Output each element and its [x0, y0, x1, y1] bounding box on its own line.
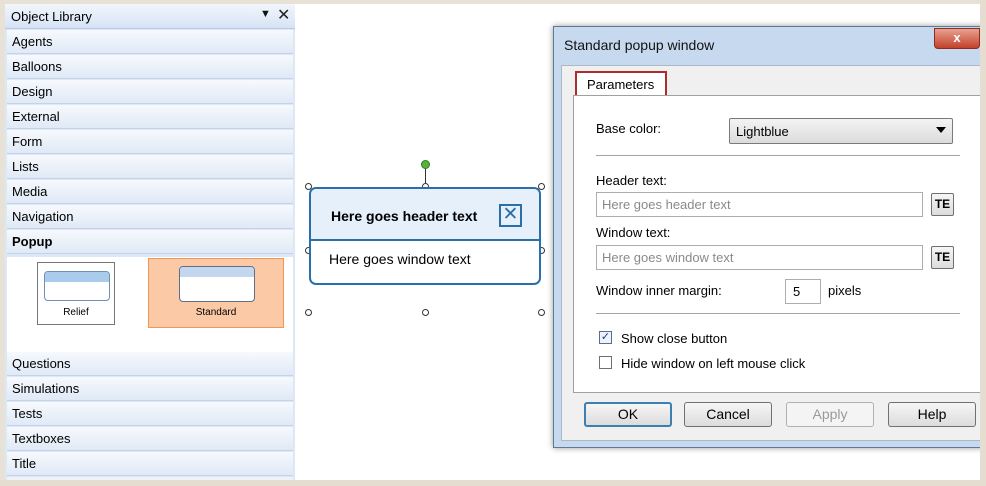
category-simulations[interactable]: Simulations [7, 377, 293, 401]
window-te-button[interactable]: TE [931, 246, 954, 269]
standard-popup-dialog: Standard popup window x Parameters Base … [553, 26, 986, 448]
object-library-panel: Object Library ▼ ✕ Agents Balloons Desig… [5, 4, 295, 486]
category-navigation[interactable]: Navigation [7, 205, 293, 229]
category-balloons[interactable]: Balloons [7, 55, 293, 79]
show-close-label: Show close button [621, 331, 728, 346]
popup-item-relief[interactable]: Relief [37, 262, 115, 325]
popup-item-standard[interactable]: Standard [148, 258, 284, 328]
show-close-checkbox[interactable]: ✓ [599, 331, 612, 344]
tab-parameters[interactable]: Parameters [575, 71, 667, 96]
hide-window-checkbox[interactable] [599, 356, 612, 369]
parameters-panel: Base color: Lightblue Header text: Here … [573, 95, 986, 393]
category-design[interactable]: Design [7, 80, 293, 104]
popup-preview[interactable]: Here goes header text ✕ Here goes window… [309, 187, 541, 285]
rotation-handle[interactable] [421, 160, 430, 169]
margin-input[interactable]: 5 [785, 279, 821, 304]
hide-window-label: Hide window on left mouse click [621, 356, 806, 371]
ok-button[interactable]: OK [584, 402, 672, 427]
resize-handle-se[interactable] [538, 309, 545, 316]
object-library-header: Object Library ▼ ✕ [5, 4, 295, 29]
category-popup[interactable]: Popup [7, 230, 293, 254]
base-color-value: Lightblue [736, 124, 789, 139]
resize-handle-sw[interactable] [305, 309, 312, 316]
margin-label: Window inner margin: [596, 283, 722, 298]
dialog-title: Standard popup window [564, 37, 715, 53]
thumbnail-header-bar [180, 267, 254, 277]
header-text-input[interactable]: Here goes header text [596, 192, 923, 217]
base-color-select[interactable]: Lightblue [729, 118, 953, 144]
object-library-title: Object Library [11, 9, 92, 24]
resize-handle-s[interactable] [422, 309, 429, 316]
header-text-label: Header text: [596, 173, 667, 188]
window-frame-right [980, 0, 986, 486]
chevron-down-icon [936, 127, 946, 133]
base-color-label: Base color: [596, 121, 662, 136]
help-button[interactable]: Help [888, 402, 976, 427]
category-form[interactable]: Form [7, 130, 293, 154]
close-icon[interactable]: ✕ [277, 5, 290, 25]
dropdown-arrow-icon[interactable]: ▼ [260, 8, 271, 20]
margin-unit-label: pixels [828, 283, 862, 298]
dialog-close-button[interactable]: x [934, 28, 980, 49]
window-text-label: Window text: [596, 225, 671, 240]
popup-preview-title: Here goes header text [331, 208, 478, 224]
window-frame-bottom [0, 480, 986, 486]
dialog-client-area: Parameters Base color: Lightblue Header … [561, 65, 986, 441]
category-questions[interactable]: Questions [7, 352, 293, 376]
standard-thumbnail-icon [179, 266, 255, 302]
popup-item-label: Standard [195, 307, 237, 318]
thumbnail-header-bar [45, 272, 109, 282]
window-text-input[interactable]: Here goes window text [596, 245, 923, 270]
category-lists[interactable]: Lists [7, 155, 293, 179]
cancel-button[interactable]: Cancel [684, 402, 772, 427]
separator [596, 155, 960, 156]
popup-preview-text: Here goes window text [329, 251, 471, 267]
category-textboxes[interactable]: Textboxes [7, 427, 293, 451]
tab-label: Parameters [587, 77, 655, 92]
category-title[interactable]: Title [7, 452, 293, 476]
popup-preview-header: Here goes header text ✕ [311, 189, 539, 241]
category-media[interactable]: Media [7, 180, 293, 204]
separator [596, 313, 960, 314]
apply-button[interactable]: Apply [786, 402, 874, 427]
relief-thumbnail-icon [44, 271, 110, 301]
category-agents[interactable]: Agents [7, 30, 293, 54]
popup-item-label: Relief [63, 307, 89, 318]
category-external[interactable]: External [7, 105, 293, 129]
category-tests[interactable]: Tests [7, 402, 293, 426]
popup-items-area: Relief Standard [7, 257, 293, 352]
header-te-button[interactable]: TE [931, 193, 954, 216]
popup-close-icon[interactable]: ✕ [499, 204, 522, 227]
